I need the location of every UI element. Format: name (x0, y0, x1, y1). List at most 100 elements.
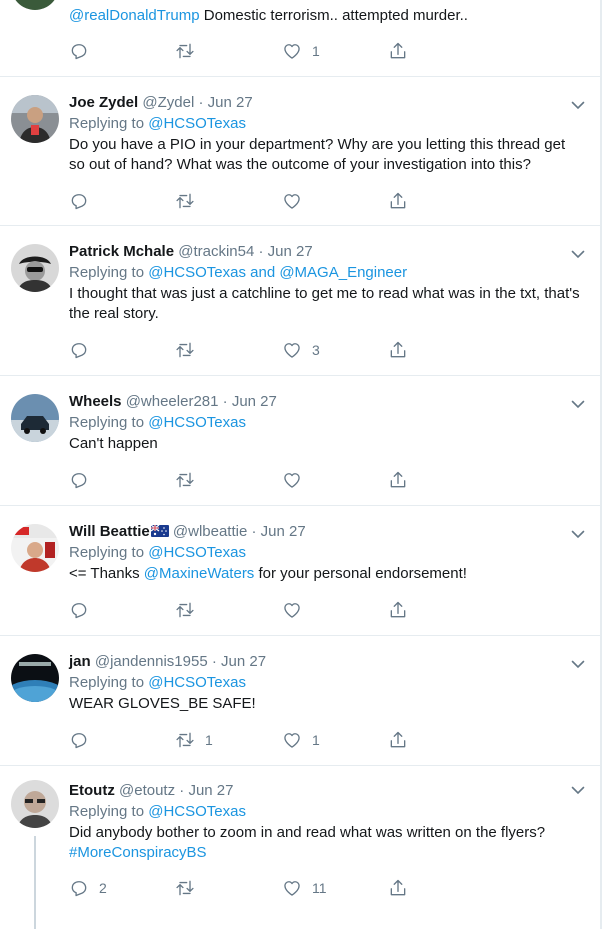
reply-button[interactable] (69, 190, 99, 212)
avatar[interactable] (11, 394, 59, 442)
share-icon (390, 341, 406, 358)
tweet-text: I thought that was just a catchline to g… (69, 285, 580, 322)
user-handle[interactable]: @wlbeattie (173, 523, 247, 540)
tweet-text-body: Domestic terrorism.. attempted murder.. (203, 7, 468, 24)
tweet-text-part: for your personal endorsement! (254, 565, 467, 582)
reply-button[interactable] (69, 729, 99, 751)
user-handle[interactable]: @Zydel (142, 94, 194, 111)
like-button[interactable]: 1 (282, 40, 320, 62)
tweet-date[interactable]: Jun 27 (208, 94, 253, 111)
retweet-button[interactable] (175, 190, 205, 212)
share-button[interactable] (388, 469, 408, 491)
chevron-down-icon[interactable] (570, 97, 586, 113)
mention-link[interactable]: @MaxineWaters (144, 565, 255, 582)
hashtag-link[interactable]: #MoreConspiracyBS (69, 843, 580, 863)
reply-button[interactable] (69, 339, 99, 361)
share-icon (390, 192, 406, 209)
display-name[interactable]: Wheels (69, 393, 122, 410)
replying-label: Replying to (69, 674, 145, 691)
display-name[interactable]: jan (69, 653, 91, 670)
retweet-button[interactable] (175, 877, 205, 899)
reply-target-link[interactable]: @HCSOTexas and @MAGA_Engineer (148, 264, 407, 281)
retweet-button[interactable]: 1 (175, 729, 213, 751)
share-icon (390, 601, 406, 618)
like-button[interactable] (282, 469, 312, 491)
share-button[interactable] (388, 190, 408, 212)
replying-label: Replying to (69, 544, 145, 561)
replying-label: Replying to (69, 414, 145, 431)
display-name[interactable]: Joe Zydel (69, 94, 138, 111)
retweet-button[interactable] (175, 599, 205, 621)
replying-label: Replying to (69, 115, 145, 132)
tweet-date[interactable]: Jun 27 (261, 523, 306, 540)
tweet-text: WEAR GLOVES_BE SAFE! (69, 695, 256, 712)
separator-dot: · (179, 782, 185, 799)
like-button[interactable]: 11 (282, 877, 327, 899)
display-name[interactable]: Will Beattie (69, 523, 150, 540)
reply-target-link[interactable]: @HCSOTexas (148, 414, 246, 431)
avatar[interactable] (11, 780, 59, 828)
like-count: 1 (312, 732, 320, 748)
reply-button[interactable] (69, 469, 99, 491)
user-handle[interactable]: @wheeler281 (126, 393, 219, 410)
reply-target-link[interactable]: @HCSOTexas (148, 115, 246, 132)
reply-target-link[interactable]: @HCSOTexas (148, 803, 246, 820)
tweet[interactable]: Joe Zydel @Zydel · Jun 27 Replying to @H… (0, 77, 600, 226)
chevron-down-icon[interactable] (570, 656, 586, 672)
share-icon (390, 471, 406, 488)
tweet[interactable]: Wheels @wheeler281 · Jun 27 Replying to … (0, 376, 600, 506)
user-handle[interactable]: @trackin54 (178, 243, 254, 260)
like-button[interactable]: 1 (282, 729, 320, 751)
retweet-button[interactable] (175, 40, 205, 62)
reply-button[interactable] (69, 40, 99, 62)
share-button[interactable] (388, 40, 408, 62)
tweet-date[interactable]: Jun 27 (232, 393, 277, 410)
tweet[interactable]: Will Beattie @wlbeattie · Jun 27 Replyin… (0, 506, 600, 636)
like-count: 11 (312, 880, 327, 896)
like-button[interactable] (282, 190, 312, 212)
tweet[interactable]: @realDonaldTrump Domestic terrorism.. at… (0, 0, 600, 77)
chevron-down-icon[interactable] (570, 782, 586, 798)
share-icon (390, 731, 406, 748)
retweet-button[interactable] (175, 339, 205, 361)
reply-target-link[interactable]: @HCSOTexas (148, 674, 246, 691)
like-button[interactable]: 3 (282, 339, 320, 361)
share-button[interactable] (388, 877, 408, 899)
tweet-text: Can't happen (69, 435, 158, 452)
avatar[interactable] (11, 654, 59, 702)
separator-dot: · (211, 653, 217, 670)
chevron-down-icon[interactable] (570, 246, 586, 262)
retweet-button[interactable] (175, 469, 205, 491)
reply-button[interactable] (69, 599, 99, 621)
tweet[interactable]: Patrick Mchale @trackin54 · Jun 27 Reply… (0, 226, 600, 376)
tweet-date[interactable]: Jun 27 (221, 653, 266, 670)
reply-target-link[interactable]: @HCSOTexas (148, 544, 246, 561)
display-name[interactable]: Patrick Mchale (69, 243, 174, 260)
tweet-text: <= Thanks @MaxineWaters for your persona… (69, 564, 580, 584)
share-button[interactable] (388, 729, 408, 751)
chevron-down-icon[interactable] (570, 396, 586, 412)
user-handle[interactable]: @etoutz (119, 782, 175, 799)
tweet-date[interactable]: Jun 27 (268, 243, 313, 260)
mention-link[interactable]: @realDonaldTrump (69, 7, 200, 24)
retweet-icon (176, 472, 194, 488)
reply-button[interactable]: 2 (69, 877, 107, 899)
share-button[interactable] (388, 339, 408, 361)
tweet[interactable]: jan @jandennis1955 · Jun 27 Replying to … (0, 636, 600, 766)
share-button[interactable] (388, 599, 408, 621)
like-button[interactable] (282, 599, 312, 621)
tweet[interactable]: Etoutz @etoutz · Jun 27 Replying to @HCS… (0, 766, 600, 929)
avatar[interactable] (11, 95, 59, 143)
like-icon (284, 44, 300, 59)
user-handle[interactable]: @jandennis1955 (95, 653, 208, 670)
reply-icon (71, 473, 87, 489)
display-name[interactable]: Etoutz (69, 782, 115, 799)
chevron-down-icon[interactable] (570, 526, 586, 542)
tweet-date[interactable]: Jun 27 (188, 782, 233, 799)
avatar[interactable] (11, 0, 59, 10)
avatar[interactable] (11, 244, 59, 292)
avatar[interactable] (11, 524, 59, 572)
tweet-header: Will Beattie @wlbeattie · Jun 27 (69, 522, 580, 542)
replying-to: Replying to @HCSOTexas (69, 672, 580, 694)
replying-to: Replying to @HCSOTexas and @MAGA_Enginee… (69, 262, 580, 284)
